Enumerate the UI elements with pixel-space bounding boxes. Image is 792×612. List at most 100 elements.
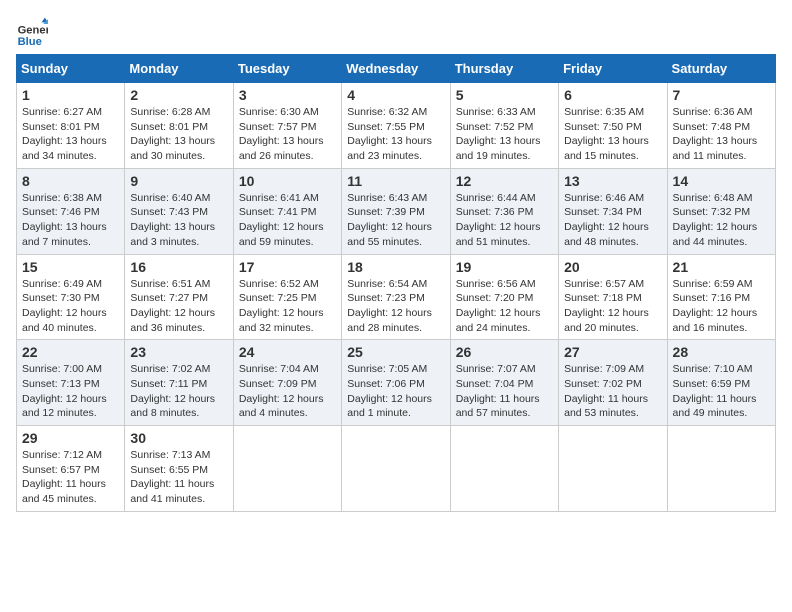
calendar-cell: 8 Sunrise: 6:38 AMSunset: 7:46 PMDaylight…: [17, 168, 125, 254]
weekday-header-row: SundayMondayTuesdayWednesdayThursdayFrid…: [17, 55, 776, 83]
cell-details: Sunrise: 6:27 AMSunset: 8:01 PMDaylight:…: [22, 105, 119, 164]
cell-details: Sunrise: 6:48 AMSunset: 7:32 PMDaylight:…: [673, 191, 770, 250]
day-number: 21: [673, 259, 770, 275]
calendar-cell: 16Sunrise: 6:51 AMSunset: 7:27 PMDayligh…: [125, 254, 233, 340]
calendar-table: SundayMondayTuesdayWednesdayThursdayFrid…: [16, 54, 776, 512]
cell-details: Sunrise: 6:56 AMSunset: 7:20 PMDaylight:…: [456, 277, 553, 336]
cell-details: Sunrise: 6:38 AMSunset: 7:46 PMDaylight:…: [22, 191, 119, 250]
day-number: 19: [456, 259, 553, 275]
cell-details: Sunrise: 7:04 AMSunset: 7:09 PMDaylight:…: [239, 362, 336, 421]
day-number: 15: [22, 259, 119, 275]
svg-text:General: General: [18, 25, 48, 37]
cell-details: Sunrise: 6:51 AMSunset: 7:27 PMDaylight:…: [130, 277, 227, 336]
day-number: 27: [564, 344, 661, 360]
calendar-cell: 21 Sunrise: 6:59 AMSunset: 7:16 PMDayligh…: [667, 254, 775, 340]
calendar-cell: 14 Sunrise: 6:48 AMSunset: 7:32 PMDayligh…: [667, 168, 775, 254]
calendar-cell: 22 Sunrise: 7:00 AMSunset: 7:13 PMDayligh…: [17, 340, 125, 426]
day-number: 28: [673, 344, 770, 360]
calendar-cell: 6Sunrise: 6:35 AMSunset: 7:50 PMDaylight…: [559, 83, 667, 169]
weekday-header-wednesday: Wednesday: [342, 55, 450, 83]
cell-details: Sunrise: 6:28 AMSunset: 8:01 PMDaylight:…: [130, 105, 227, 164]
cell-details: Sunrise: 6:36 AMSunset: 7:48 PMDaylight:…: [673, 105, 770, 164]
cell-details: Sunrise: 7:00 AMSunset: 7:13 PMDaylight:…: [22, 362, 119, 421]
calendar-cell: 2 Sunrise: 6:28 AMSunset: 8:01 PMDaylight…: [125, 83, 233, 169]
calendar-cell: 25Sunrise: 7:05 AMSunset: 7:06 PMDayligh…: [342, 340, 450, 426]
cell-details: Sunrise: 6:33 AMSunset: 7:52 PMDaylight:…: [456, 105, 553, 164]
weekday-header-monday: Monday: [125, 55, 233, 83]
day-number: 17: [239, 259, 336, 275]
cell-details: Sunrise: 6:46 AMSunset: 7:34 PMDaylight:…: [564, 191, 661, 250]
day-number: 1: [22, 87, 119, 103]
cell-details: Sunrise: 6:49 AMSunset: 7:30 PMDaylight:…: [22, 277, 119, 336]
cell-details: Sunrise: 7:09 AMSunset: 7:02 PMDaylight:…: [564, 362, 661, 421]
cell-details: Sunrise: 6:30 AMSunset: 7:57 PMDaylight:…: [239, 105, 336, 164]
calendar-cell: 9Sunrise: 6:40 AMSunset: 7:43 PMDaylight…: [125, 168, 233, 254]
cell-details: Sunrise: 7:10 AMSunset: 6:59 PMDaylight:…: [673, 362, 770, 421]
day-number: 22: [22, 344, 119, 360]
calendar-cell: 26Sunrise: 7:07 AMSunset: 7:04 PMDayligh…: [450, 340, 558, 426]
calendar-cell: 11 Sunrise: 6:43 AMSunset: 7:39 PMDayligh…: [342, 168, 450, 254]
calendar-cell: 17 Sunrise: 6:52 AMSunset: 7:25 PMDayligh…: [233, 254, 341, 340]
cell-details: Sunrise: 6:59 AMSunset: 7:16 PMDaylight:…: [673, 277, 770, 336]
day-number: 30: [130, 430, 227, 446]
weekday-header-thursday: Thursday: [450, 55, 558, 83]
day-number: 8: [22, 173, 119, 189]
cell-details: Sunrise: 7:07 AMSunset: 7:04 PMDaylight:…: [456, 362, 553, 421]
calendar-cell: 12 Sunrise: 6:44 AMSunset: 7:36 PMDayligh…: [450, 168, 558, 254]
day-number: 10: [239, 173, 336, 189]
calendar-cell: 1 Sunrise: 6:27 AMSunset: 8:01 PMDaylight…: [17, 83, 125, 169]
calendar-cell: 10 Sunrise: 6:41 AMSunset: 7:41 PMDayligh…: [233, 168, 341, 254]
calendar-cell: 18 Sunrise: 6:54 AMSunset: 7:23 PMDayligh…: [342, 254, 450, 340]
calendar-cell: [559, 426, 667, 512]
calendar-cell: 15 Sunrise: 6:49 AMSunset: 7:30 PMDayligh…: [17, 254, 125, 340]
page-header: General Blue: [16, 16, 776, 48]
calendar-cell: 19 Sunrise: 6:56 AMSunset: 7:20 PMDayligh…: [450, 254, 558, 340]
calendar-cell: [342, 426, 450, 512]
calendar-cell: 5 Sunrise: 6:33 AMSunset: 7:52 PMDaylight…: [450, 83, 558, 169]
day-number: 4: [347, 87, 444, 103]
weekday-header-sunday: Sunday: [17, 55, 125, 83]
calendar-cell: [667, 426, 775, 512]
cell-details: Sunrise: 6:40 AMSunset: 7:43 PMDaylight:…: [130, 191, 227, 250]
calendar-cell: 20Sunrise: 6:57 AMSunset: 7:18 PMDayligh…: [559, 254, 667, 340]
day-number: 23: [130, 344, 227, 360]
cell-details: Sunrise: 7:12 AMSunset: 6:57 PMDaylight:…: [22, 448, 119, 507]
calendar-cell: 29 Sunrise: 7:12 AMSunset: 6:57 PMDayligh…: [17, 426, 125, 512]
day-number: 5: [456, 87, 553, 103]
calendar-cell: 23 Sunrise: 7:02 AMSunset: 7:11 PMDayligh…: [125, 340, 233, 426]
cell-details: Sunrise: 6:43 AMSunset: 7:39 PMDaylight:…: [347, 191, 444, 250]
day-number: 11: [347, 173, 444, 189]
day-number: 13: [564, 173, 661, 189]
calendar-cell: 27 Sunrise: 7:09 AMSunset: 7:02 PMDayligh…: [559, 340, 667, 426]
day-number: 3: [239, 87, 336, 103]
day-number: 12: [456, 173, 553, 189]
day-number: 24: [239, 344, 336, 360]
day-number: 14: [673, 173, 770, 189]
calendar-cell: 7 Sunrise: 6:36 AMSunset: 7:48 PMDaylight…: [667, 83, 775, 169]
day-number: 7: [673, 87, 770, 103]
calendar-cell: [450, 426, 558, 512]
logo: General Blue: [16, 16, 48, 48]
cell-details: Sunrise: 7:13 AMSunset: 6:55 PMDaylight:…: [130, 448, 227, 507]
calendar-cell: 13 Sunrise: 6:46 AMSunset: 7:34 PMDayligh…: [559, 168, 667, 254]
cell-details: Sunrise: 6:32 AMSunset: 7:55 PMDaylight:…: [347, 105, 444, 164]
logo-icon: General Blue: [16, 16, 48, 48]
svg-text:Blue: Blue: [18, 36, 42, 48]
day-number: 18: [347, 259, 444, 275]
calendar-cell: 30 Sunrise: 7:13 AMSunset: 6:55 PMDayligh…: [125, 426, 233, 512]
cell-details: Sunrise: 6:35 AMSunset: 7:50 PMDaylight:…: [564, 105, 661, 164]
cell-details: Sunrise: 6:41 AMSunset: 7:41 PMDaylight:…: [239, 191, 336, 250]
calendar-cell: 28 Sunrise: 7:10 AMSunset: 6:59 PMDayligh…: [667, 340, 775, 426]
cell-details: Sunrise: 6:44 AMSunset: 7:36 PMDaylight:…: [456, 191, 553, 250]
day-number: 20: [564, 259, 661, 275]
cell-details: Sunrise: 6:54 AMSunset: 7:23 PMDaylight:…: [347, 277, 444, 336]
day-number: 2: [130, 87, 227, 103]
calendar-cell: 24 Sunrise: 7:04 AMSunset: 7:09 PMDayligh…: [233, 340, 341, 426]
cell-details: Sunrise: 6:52 AMSunset: 7:25 PMDaylight:…: [239, 277, 336, 336]
weekday-header-saturday: Saturday: [667, 55, 775, 83]
cell-details: Sunrise: 7:02 AMSunset: 7:11 PMDaylight:…: [130, 362, 227, 421]
weekday-header-friday: Friday: [559, 55, 667, 83]
day-number: 29: [22, 430, 119, 446]
calendar-cell: 4 Sunrise: 6:32 AMSunset: 7:55 PMDaylight…: [342, 83, 450, 169]
cell-details: Sunrise: 7:05 AMSunset: 7:06 PMDaylight:…: [347, 362, 444, 421]
